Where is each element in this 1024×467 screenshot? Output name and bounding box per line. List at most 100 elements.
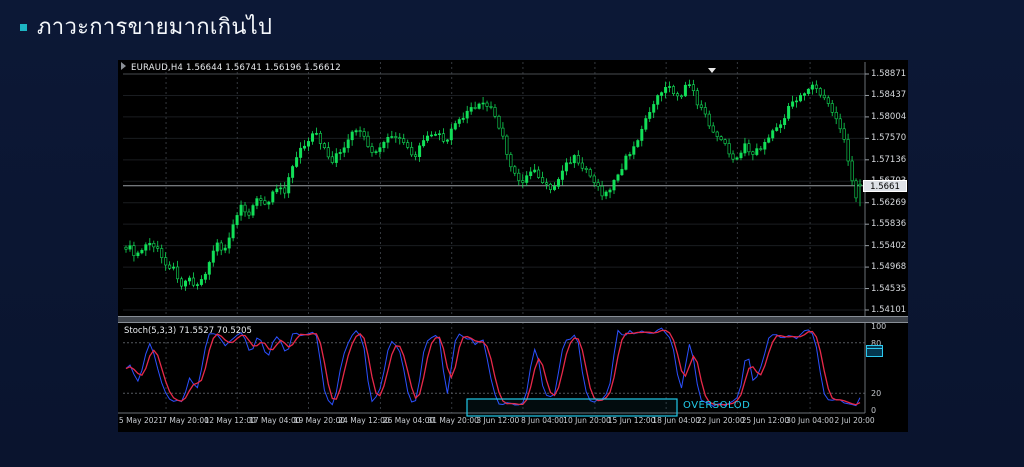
- candle-body: [157, 247, 159, 249]
- candle-body: [625, 156, 627, 169]
- candle-body: [835, 112, 837, 119]
- price-axis-label: 1.58871: [871, 69, 906, 79]
- chart-object-marker-icon[interactable]: [708, 68, 716, 73]
- candle-body: [383, 142, 385, 147]
- one-click-trading-arrow-icon[interactable]: [121, 62, 126, 70]
- candle-body: [240, 205, 242, 215]
- stoch-signal-value-marker: [866, 348, 883, 357]
- candle-body: [125, 247, 127, 249]
- candle-body: [577, 155, 579, 163]
- candle-body: [696, 91, 698, 105]
- candle-body: [641, 129, 643, 140]
- candle-body: [252, 206, 254, 216]
- candle-body: [446, 140, 448, 141]
- candle-body: [704, 108, 706, 115]
- chart-canvas[interactable]: [118, 60, 908, 432]
- date-label: 15 Jun 12:00: [608, 416, 656, 425]
- candle-body: [843, 129, 845, 140]
- candle-body: [137, 253, 139, 256]
- time-axis[interactable]: 5 May 20217 May 20:0012 May 12:0017 May …: [118, 416, 908, 430]
- candle-body: [783, 118, 785, 124]
- price-scale[interactable]: 1.588711.584371.580041.575701.571361.567…: [865, 60, 908, 432]
- candle-body: [359, 131, 361, 132]
- candle-body: [657, 96, 659, 105]
- candle-body: [764, 142, 766, 149]
- candle-body: [514, 167, 516, 173]
- candle-body: [407, 143, 409, 148]
- candle-body: [649, 112, 651, 118]
- candle-body: [462, 118, 464, 119]
- candle-body: [387, 137, 389, 142]
- candle-body: [228, 238, 230, 248]
- candle-body: [855, 181, 857, 198]
- candle-body: [680, 96, 682, 97]
- candle-body: [740, 153, 742, 158]
- candle-body: [426, 136, 428, 141]
- price-axis-label: 1.54535: [871, 284, 906, 294]
- candle-body: [803, 94, 805, 96]
- candle-body: [149, 243, 151, 245]
- candle-body: [371, 147, 373, 153]
- candle-body: [141, 250, 143, 253]
- candle-body: [756, 149, 758, 155]
- date-label: 5 May 2021: [119, 416, 163, 425]
- candle-body: [204, 274, 206, 279]
- candle-body: [236, 215, 238, 224]
- title-bullet-icon: [20, 24, 27, 31]
- price-axis-label: 1.54101: [871, 305, 906, 315]
- candle-body: [851, 161, 853, 181]
- candle-body: [363, 132, 365, 137]
- candle-body: [133, 246, 135, 256]
- candle-body: [827, 98, 829, 104]
- candle-body: [315, 133, 317, 134]
- oversold-highlight-box[interactable]: [467, 399, 677, 416]
- candle-body: [161, 249, 163, 258]
- candle-body: [530, 172, 532, 176]
- price-axis-label: 1.57570: [871, 133, 906, 143]
- candle-body: [391, 137, 393, 138]
- candle-body: [145, 245, 147, 251]
- candle-body: [645, 119, 647, 130]
- candle-body: [470, 107, 472, 111]
- oversold-annotation-label: OVERSOLOD: [683, 400, 750, 411]
- candle-body: [668, 87, 670, 88]
- candle-body: [319, 133, 321, 143]
- candle-body: [597, 183, 599, 187]
- candle-body: [284, 188, 286, 193]
- slide-title-row: ภาวะการขายมากเกินไป: [20, 14, 272, 42]
- candle-body: [732, 154, 734, 159]
- stoch-axis-label: 0: [871, 406, 876, 415]
- page-title: ภาวะการขายมากเกินไป: [37, 14, 272, 42]
- candle-body: [288, 178, 290, 194]
- candle-body: [367, 136, 369, 146]
- candle-body: [831, 104, 833, 113]
- price-axis-label: 1.54968: [871, 262, 906, 272]
- candle-body: [248, 212, 250, 215]
- candle-body: [272, 192, 274, 202]
- candle-body: [660, 93, 662, 96]
- candle-body: [307, 141, 309, 146]
- candle-body: [280, 188, 282, 189]
- date-label: 25 Jun 12:00: [742, 416, 790, 425]
- candle-body: [327, 148, 329, 157]
- candle-body: [549, 184, 551, 189]
- candle-body: [256, 199, 258, 206]
- candle-body: [418, 146, 420, 157]
- candle-body: [601, 186, 603, 196]
- candle-body: [379, 148, 381, 152]
- candle-body: [291, 167, 293, 178]
- candle-body: [351, 132, 353, 140]
- candle-body: [355, 131, 357, 132]
- candle-body: [264, 201, 266, 205]
- panel-separator[interactable]: [118, 316, 908, 323]
- candle-body: [807, 89, 809, 93]
- candle-body: [208, 262, 210, 274]
- price-axis-label: 1.55402: [871, 241, 906, 251]
- candle-body: [589, 170, 591, 177]
- candle-body: [494, 107, 496, 116]
- candle-body: [569, 163, 571, 164]
- candle-body: [760, 149, 762, 150]
- stoch-axis-label: 100: [871, 322, 886, 331]
- candle-body: [486, 103, 488, 106]
- trading-chart-window[interactable]: EURAUD,H4 1.56644 1.56741 1.56196 1.5661…: [118, 60, 908, 432]
